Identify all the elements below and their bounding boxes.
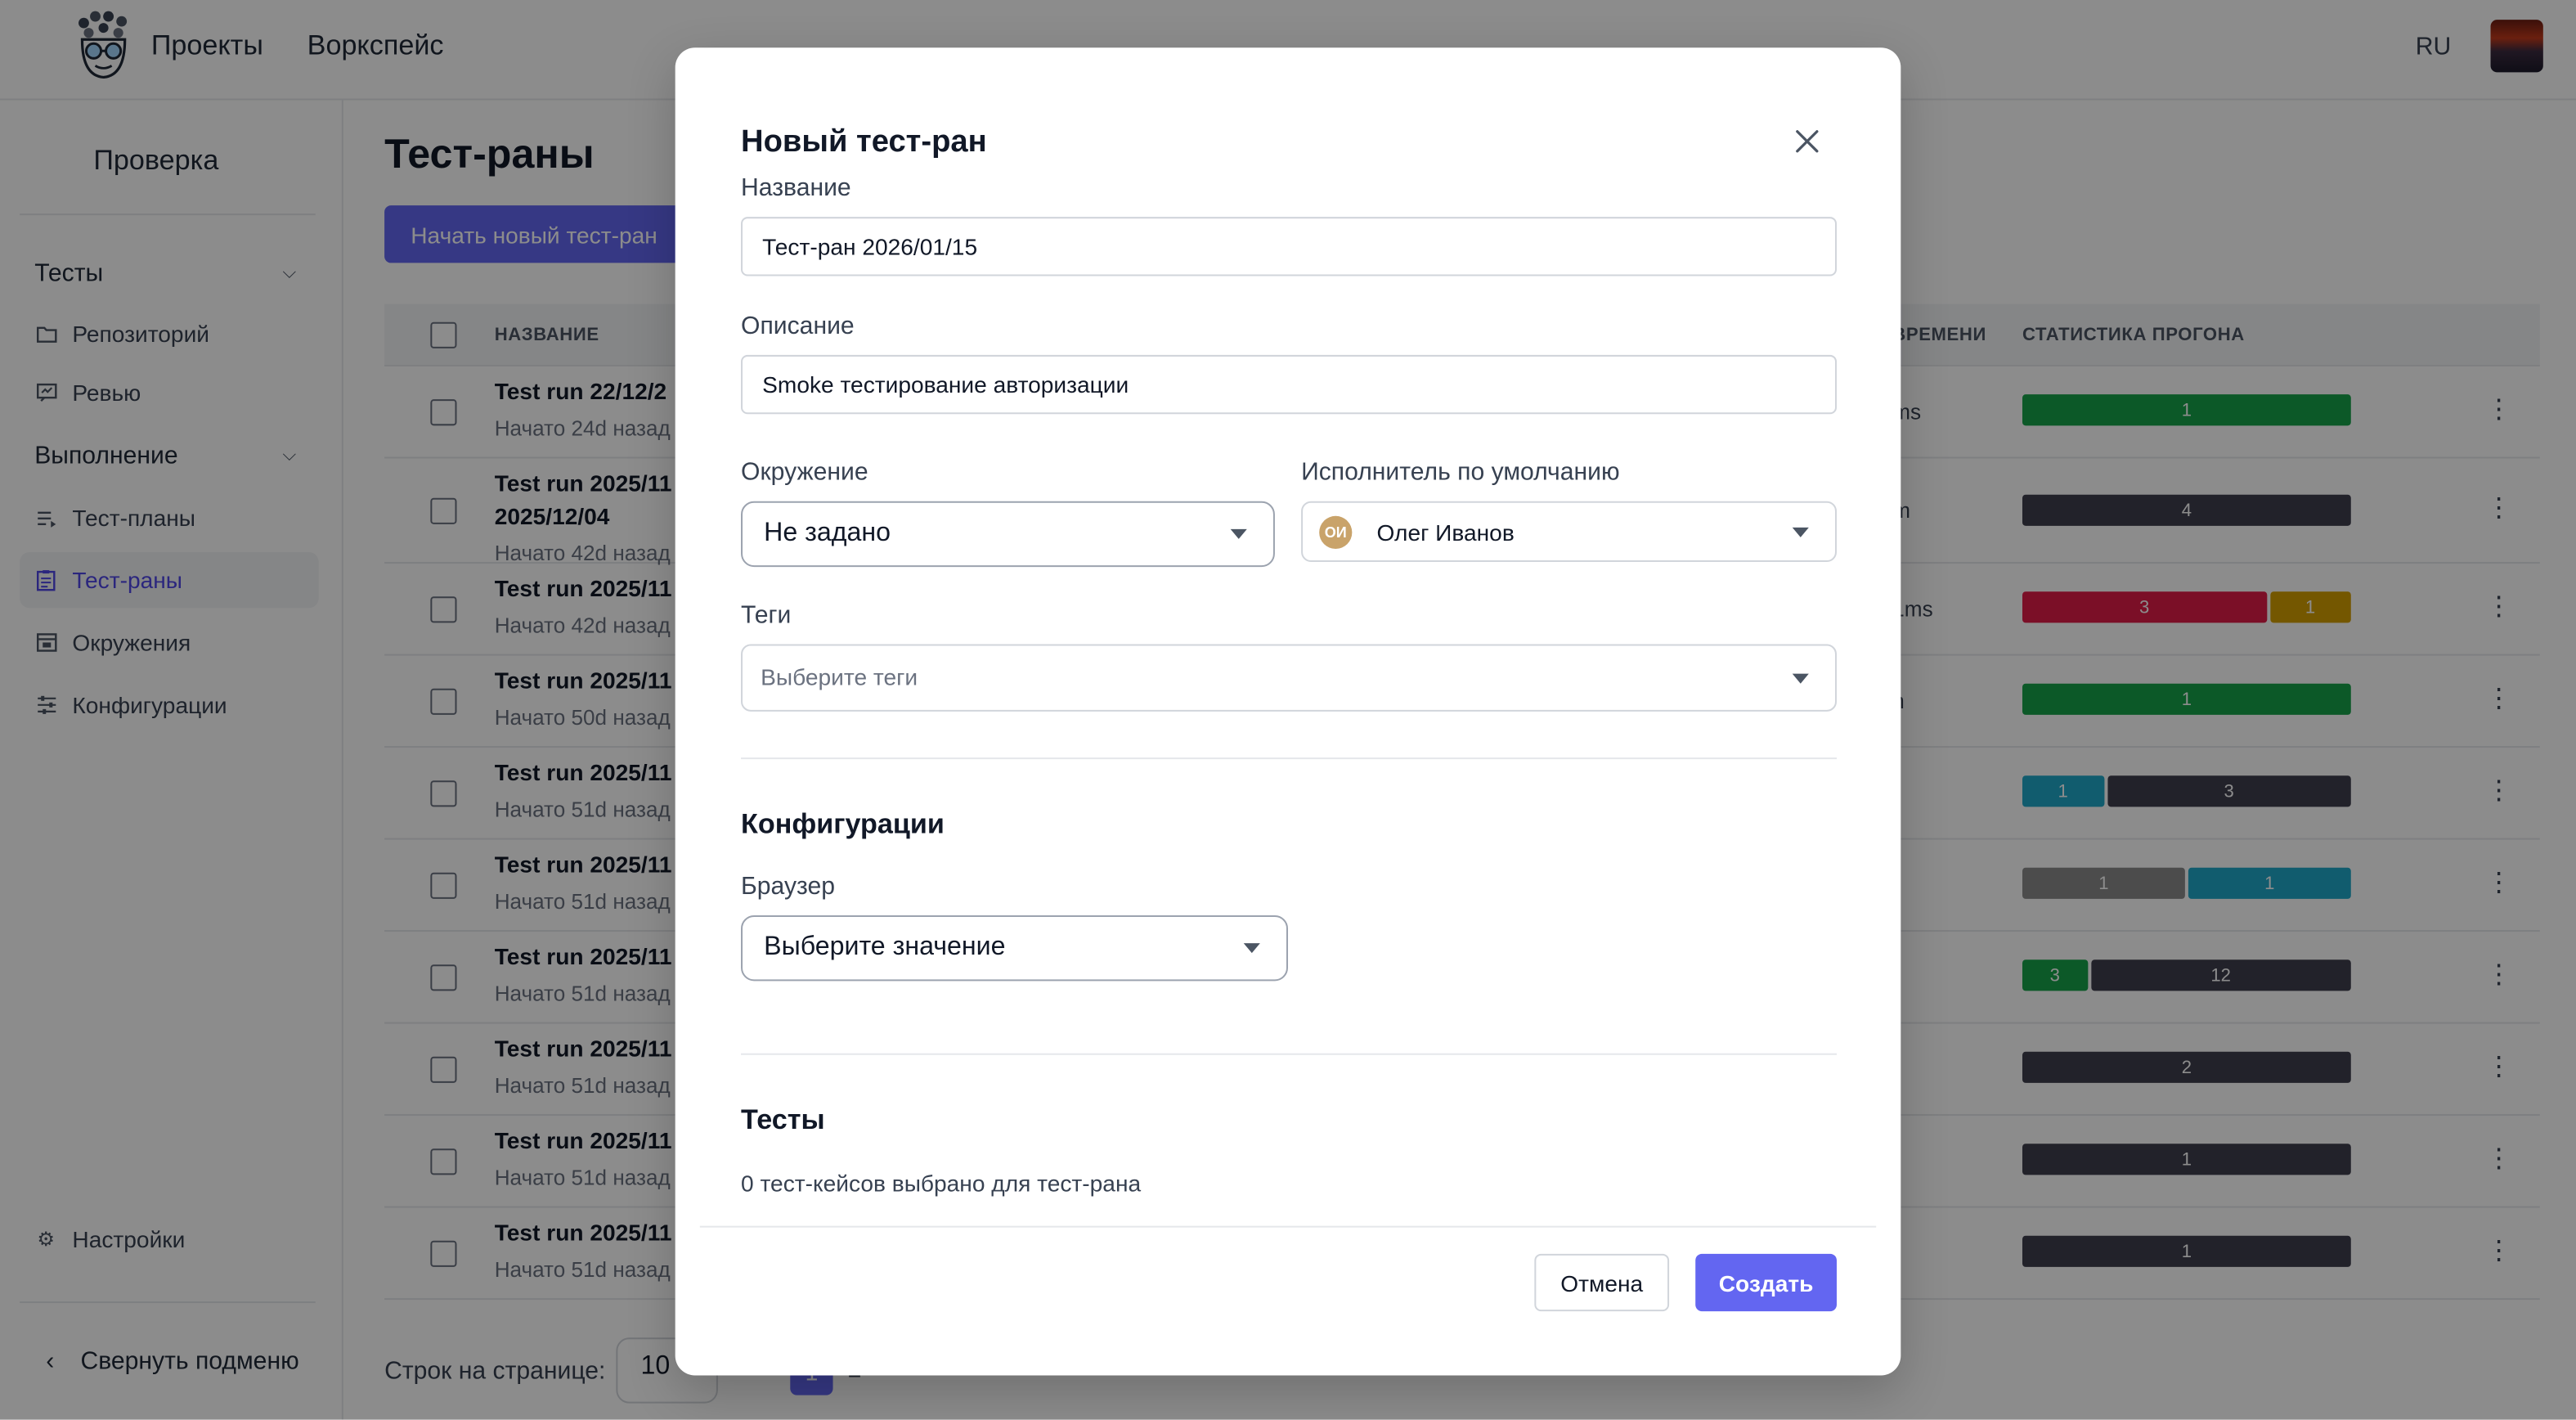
new-test-run-dialog: Новый тест-ран Название Тест-ран 2026/01… [675,47,1901,1376]
browser-select[interactable]: Выберите значение [741,914,1289,982]
environment-value: Не задано [764,519,891,547]
assignee-label: Исполнитель по умолчанию [1301,458,1620,487]
cancel-button[interactable]: Отмена [1534,1253,1670,1312]
section-divider [741,757,1837,760]
assignee-name: Олег Иванов [1376,519,1515,546]
tags-select[interactable]: Выберите теги [741,644,1837,712]
tags-label: Теги [741,601,792,630]
description-label: Описание [741,312,855,340]
configurations-section-title: Конфигурации [741,808,945,840]
name-label: Название [741,173,851,203]
environment-label: Окружение [741,458,868,487]
assignee-select[interactable]: ОИ Олег Иванов [1301,501,1837,563]
browser-label: Браузер [741,872,836,901]
create-button[interactable]: Создать [1695,1253,1837,1312]
description-input[interactable]: Smoke тестирование авторизации [741,354,1837,415]
tags-placeholder: Выберите теги [761,663,918,690]
caret-down-icon [1792,526,1809,537]
caret-down-icon [1243,943,1260,954]
selected-tests-count: 0 тест-кейсов выбрано для тест-рана [741,1170,1142,1197]
footer-divider [699,1225,1877,1228]
caret-down-icon [1792,672,1809,683]
section-divider [741,1053,1837,1055]
environment-select[interactable]: Не задано [741,501,1275,568]
close-icon[interactable] [1791,125,1824,158]
tests-section-title: Тесты [741,1104,825,1136]
caret-down-icon [1230,528,1247,539]
name-input[interactable]: Тест-ран 2026/01/15 [741,217,1837,276]
dialog-title: Новый тест-ран [741,124,987,160]
browser-placeholder: Выберите значение [764,933,1006,962]
assignee-avatar: ОИ [1319,515,1353,549]
